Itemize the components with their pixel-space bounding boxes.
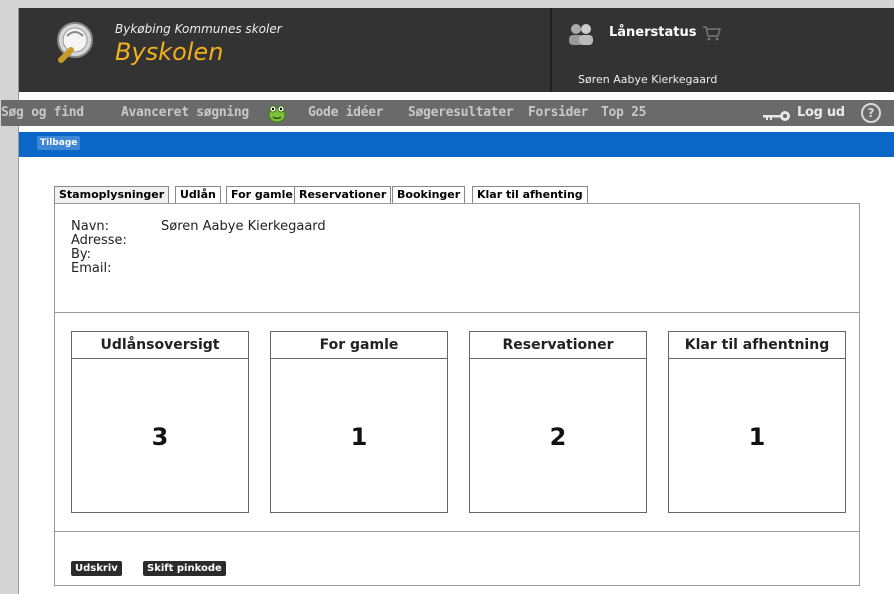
- tab-reservationer[interactable]: Reservationer: [294, 186, 392, 203]
- lanerstatus-title: Lånerstatus: [609, 25, 697, 40]
- tab-for-gamle[interactable]: For gamle: [226, 186, 298, 203]
- nav-avanceret-sogning[interactable]: Avanceret søgning: [121, 105, 249, 120]
- back-button[interactable]: Tilbage: [37, 136, 81, 150]
- nav-gode-ideer[interactable]: Gode idéer: [308, 105, 384, 120]
- user-name: Søren Aabye Kierkegaard: [578, 73, 718, 86]
- city-label: By:: [71, 247, 92, 262]
- print-button[interactable]: Udskriv: [71, 561, 122, 576]
- card-count: 3: [151, 423, 169, 451]
- content-panel: Navn: Søren Aabye Kierkegaard Adresse: B…: [54, 203, 860, 586]
- divider: [55, 531, 859, 532]
- card-title: Reservationer: [470, 332, 646, 359]
- address-row: Adresse:: [71, 234, 326, 248]
- tab-klar-til-afhenting[interactable]: Klar til afhenting: [472, 186, 588, 203]
- email-label: Email:: [71, 261, 112, 276]
- card-count: 2: [549, 423, 567, 451]
- school-line: Bykøbing Kommunes skoler: [115, 22, 282, 36]
- card-count: 1: [350, 423, 368, 451]
- nav-forsider[interactable]: Forsider: [528, 105, 589, 120]
- users-icon: [567, 22, 595, 46]
- app-frame: Bykøbing Kommunes skoler Byskolen Låners…: [1, 8, 894, 594]
- borrower-info: Navn: Søren Aabye Kierkegaard Adresse: B…: [71, 220, 326, 276]
- city-row: By:: [71, 248, 326, 262]
- name-value: Søren Aabye Kierkegaard: [161, 219, 326, 234]
- nav-sogeresultater[interactable]: Søgeresultater: [408, 105, 514, 120]
- name-row: Navn: Søren Aabye Kierkegaard: [71, 220, 326, 234]
- card-title: Udlånsoversigt: [72, 332, 248, 359]
- magnifier-logo-icon: [53, 20, 101, 68]
- card-title: Klar til afhentning: [669, 332, 845, 359]
- gode-ideer-icon: [266, 102, 288, 128]
- card-for-gamle[interactable]: For gamle 1: [270, 331, 448, 513]
- tab-stamoplysninger[interactable]: Stamoplysninger: [54, 186, 170, 203]
- card-reservationer[interactable]: Reservationer 2: [469, 331, 647, 513]
- main-nav: Søg og find Avanceret søgning Gode idéer…: [1, 100, 894, 126]
- header-divider: [550, 8, 552, 92]
- card-klar-til-afhentning[interactable]: Klar til afhentning 1: [668, 331, 846, 513]
- action-bar: Tilbage: [19, 132, 894, 157]
- nav-sog-og-find[interactable]: Søg og find: [1, 105, 84, 120]
- address-label: Adresse:: [71, 233, 127, 248]
- tab-bookinger[interactable]: Bookinger: [392, 186, 466, 203]
- nav-top-25[interactable]: Top 25: [601, 105, 646, 120]
- logout-link[interactable]: Log ud: [797, 105, 845, 120]
- card-title: For gamle: [271, 332, 447, 359]
- name-label: Navn:: [71, 219, 110, 234]
- help-icon[interactable]: ?: [861, 103, 881, 123]
- tab-udlan[interactable]: Udlån: [175, 186, 221, 203]
- card-udlansoversigt[interactable]: Udlånsoversigt 3: [71, 331, 249, 513]
- divider: [55, 312, 859, 313]
- email-row: Email:: [71, 262, 326, 276]
- header: Bykøbing Kommunes skoler Byskolen Låners…: [19, 8, 894, 92]
- card-count: 1: [748, 423, 766, 451]
- school-name: Byskolen: [115, 38, 224, 66]
- key-icon: [763, 107, 791, 126]
- change-pin-button[interactable]: Skift pinkode: [143, 561, 226, 576]
- cart-icon[interactable]: [702, 25, 722, 41]
